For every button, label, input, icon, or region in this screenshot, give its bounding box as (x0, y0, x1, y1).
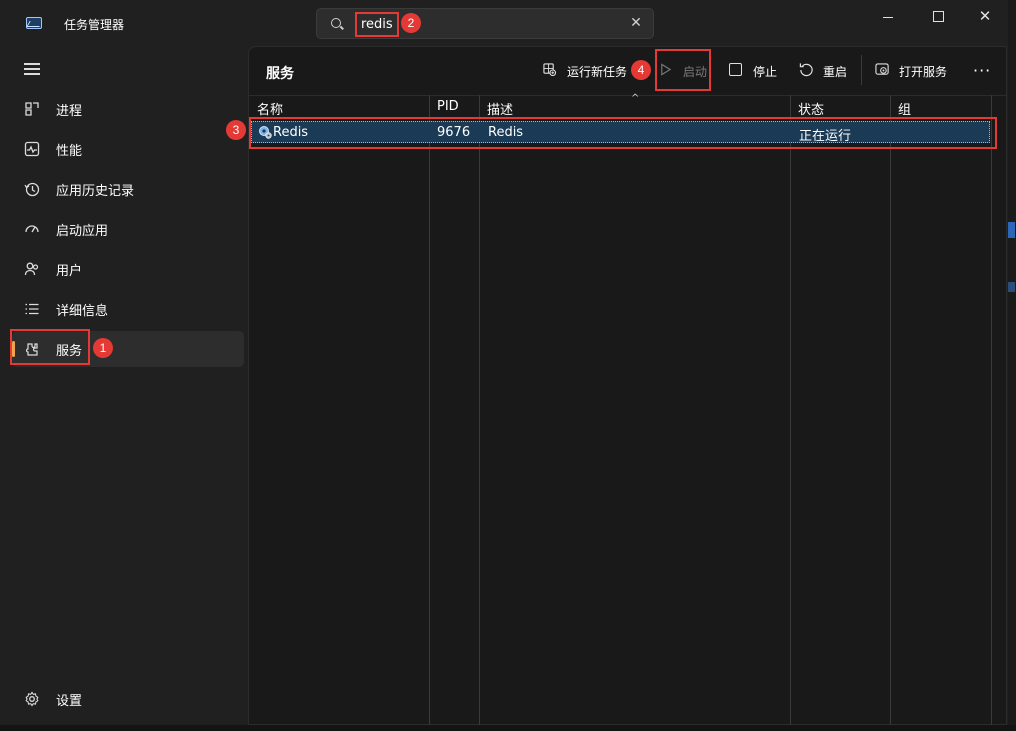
column-divider (790, 95, 791, 726)
sidebar-item-startup[interactable]: 启动应用 (12, 211, 244, 247)
column-divider (991, 95, 992, 726)
page-title: 服务 (266, 66, 294, 82)
close-window-button[interactable]: ✕ (970, 6, 1000, 26)
close-icon[interactable]: ✕ (627, 14, 645, 32)
app-icon (26, 17, 42, 29)
sidebar-item-settings[interactable]: 设置 (12, 681, 244, 717)
sidebar-item-services[interactable]: 服务 (10, 329, 244, 367)
sidebar-item-users[interactable]: 用户 (12, 251, 244, 287)
annotation-badge-1: 1 (93, 338, 113, 358)
history-icon (24, 182, 40, 197)
minimize-button[interactable] (874, 6, 904, 26)
settings-icon (25, 691, 39, 707)
column-header-group[interactable]: 组 (898, 99, 911, 118)
hamburger-icon[interactable] (24, 63, 40, 75)
column-header-description[interactable]: 描述 (487, 99, 513, 118)
table-header: ^ 名称 PID 描述 状态 组 (249, 93, 1006, 118)
stop-label: 停止 (753, 65, 778, 79)
title-bar: 任务管理器 ✕ 2 ✕ (0, 0, 1008, 46)
restart-icon (799, 63, 813, 77)
more-icon[interactable]: ··· (973, 61, 991, 80)
sidebar-item-label: 启动应用 (56, 224, 109, 239)
task-manager-window: 任务管理器 ✕ 2 ✕ 进程 性能 应用历史记录 启动应用 (0, 0, 1009, 726)
details-icon (25, 303, 39, 315)
open-services-icon (875, 63, 889, 75)
maximize-icon (933, 11, 944, 22)
sidebar-item-label: 设置 (56, 694, 83, 709)
sidebar-item-details[interactable]: 详细信息 (12, 291, 244, 327)
search-input[interactable] (355, 12, 399, 37)
column-divider (479, 95, 480, 726)
column-divider (890, 95, 891, 726)
column-header-status[interactable]: 状态 (798, 99, 824, 118)
minimize-icon (883, 17, 893, 18)
performance-icon (24, 141, 40, 157)
search-box[interactable]: ✕ (316, 8, 654, 39)
annotation-badge-4: 4 (631, 60, 651, 80)
column-divider (429, 95, 430, 726)
sidebar-item-label: 详细信息 (56, 304, 109, 319)
run-new-task-label: 运行新任务 (567, 65, 628, 79)
toolbar: 服务 运行新任务 4 启动 停止 重启 打开服务 ··· (249, 47, 1006, 95)
main-pane: 服务 运行新任务 4 启动 停止 重启 打开服务 ··· ^ 名称 PID 描述… (248, 46, 1007, 726)
sort-caret-icon[interactable]: ^ (631, 93, 639, 104)
restart-label: 重启 (823, 65, 848, 79)
stop-icon (729, 63, 742, 76)
startup-icon (25, 225, 39, 233)
processes-icon (25, 102, 39, 116)
sidebar-item-performance[interactable]: 性能 (12, 131, 244, 167)
sidebar-item-app-history[interactable]: 应用历史记录 (12, 171, 244, 207)
search-icon (331, 18, 341, 28)
annotation-box-row (249, 117, 997, 149)
background-edge (0, 725, 1016, 731)
annotation-badge-3: 3 (226, 120, 246, 140)
column-header-pid[interactable]: PID (437, 99, 459, 114)
play-icon (661, 63, 672, 76)
sidebar-item-processes[interactable]: 进程 (12, 91, 244, 127)
open-services-label: 打开服务 (899, 65, 948, 79)
start-label: 启动 (683, 65, 708, 79)
sidebar-item-label: 性能 (56, 144, 83, 159)
sidebar-item-label: 应用历史记录 (56, 184, 135, 199)
users-icon (24, 262, 39, 276)
sidebar: 进程 性能 应用历史记录 启动应用 用户 详细信息 服务 1 设置 (0, 46, 248, 725)
background-window-edge (1008, 0, 1016, 731)
app-title: 任务管理器 (64, 18, 125, 32)
sidebar-item-label: 用户 (56, 264, 83, 279)
annotation-badge-2: 2 (401, 13, 421, 33)
run-task-icon (543, 63, 556, 76)
sidebar-item-label: 进程 (56, 104, 83, 119)
column-header-name[interactable]: 名称 (257, 99, 283, 118)
maximize-button[interactable] (924, 6, 954, 26)
annotation-box-services (10, 329, 90, 365)
toolbar-divider (861, 55, 862, 85)
